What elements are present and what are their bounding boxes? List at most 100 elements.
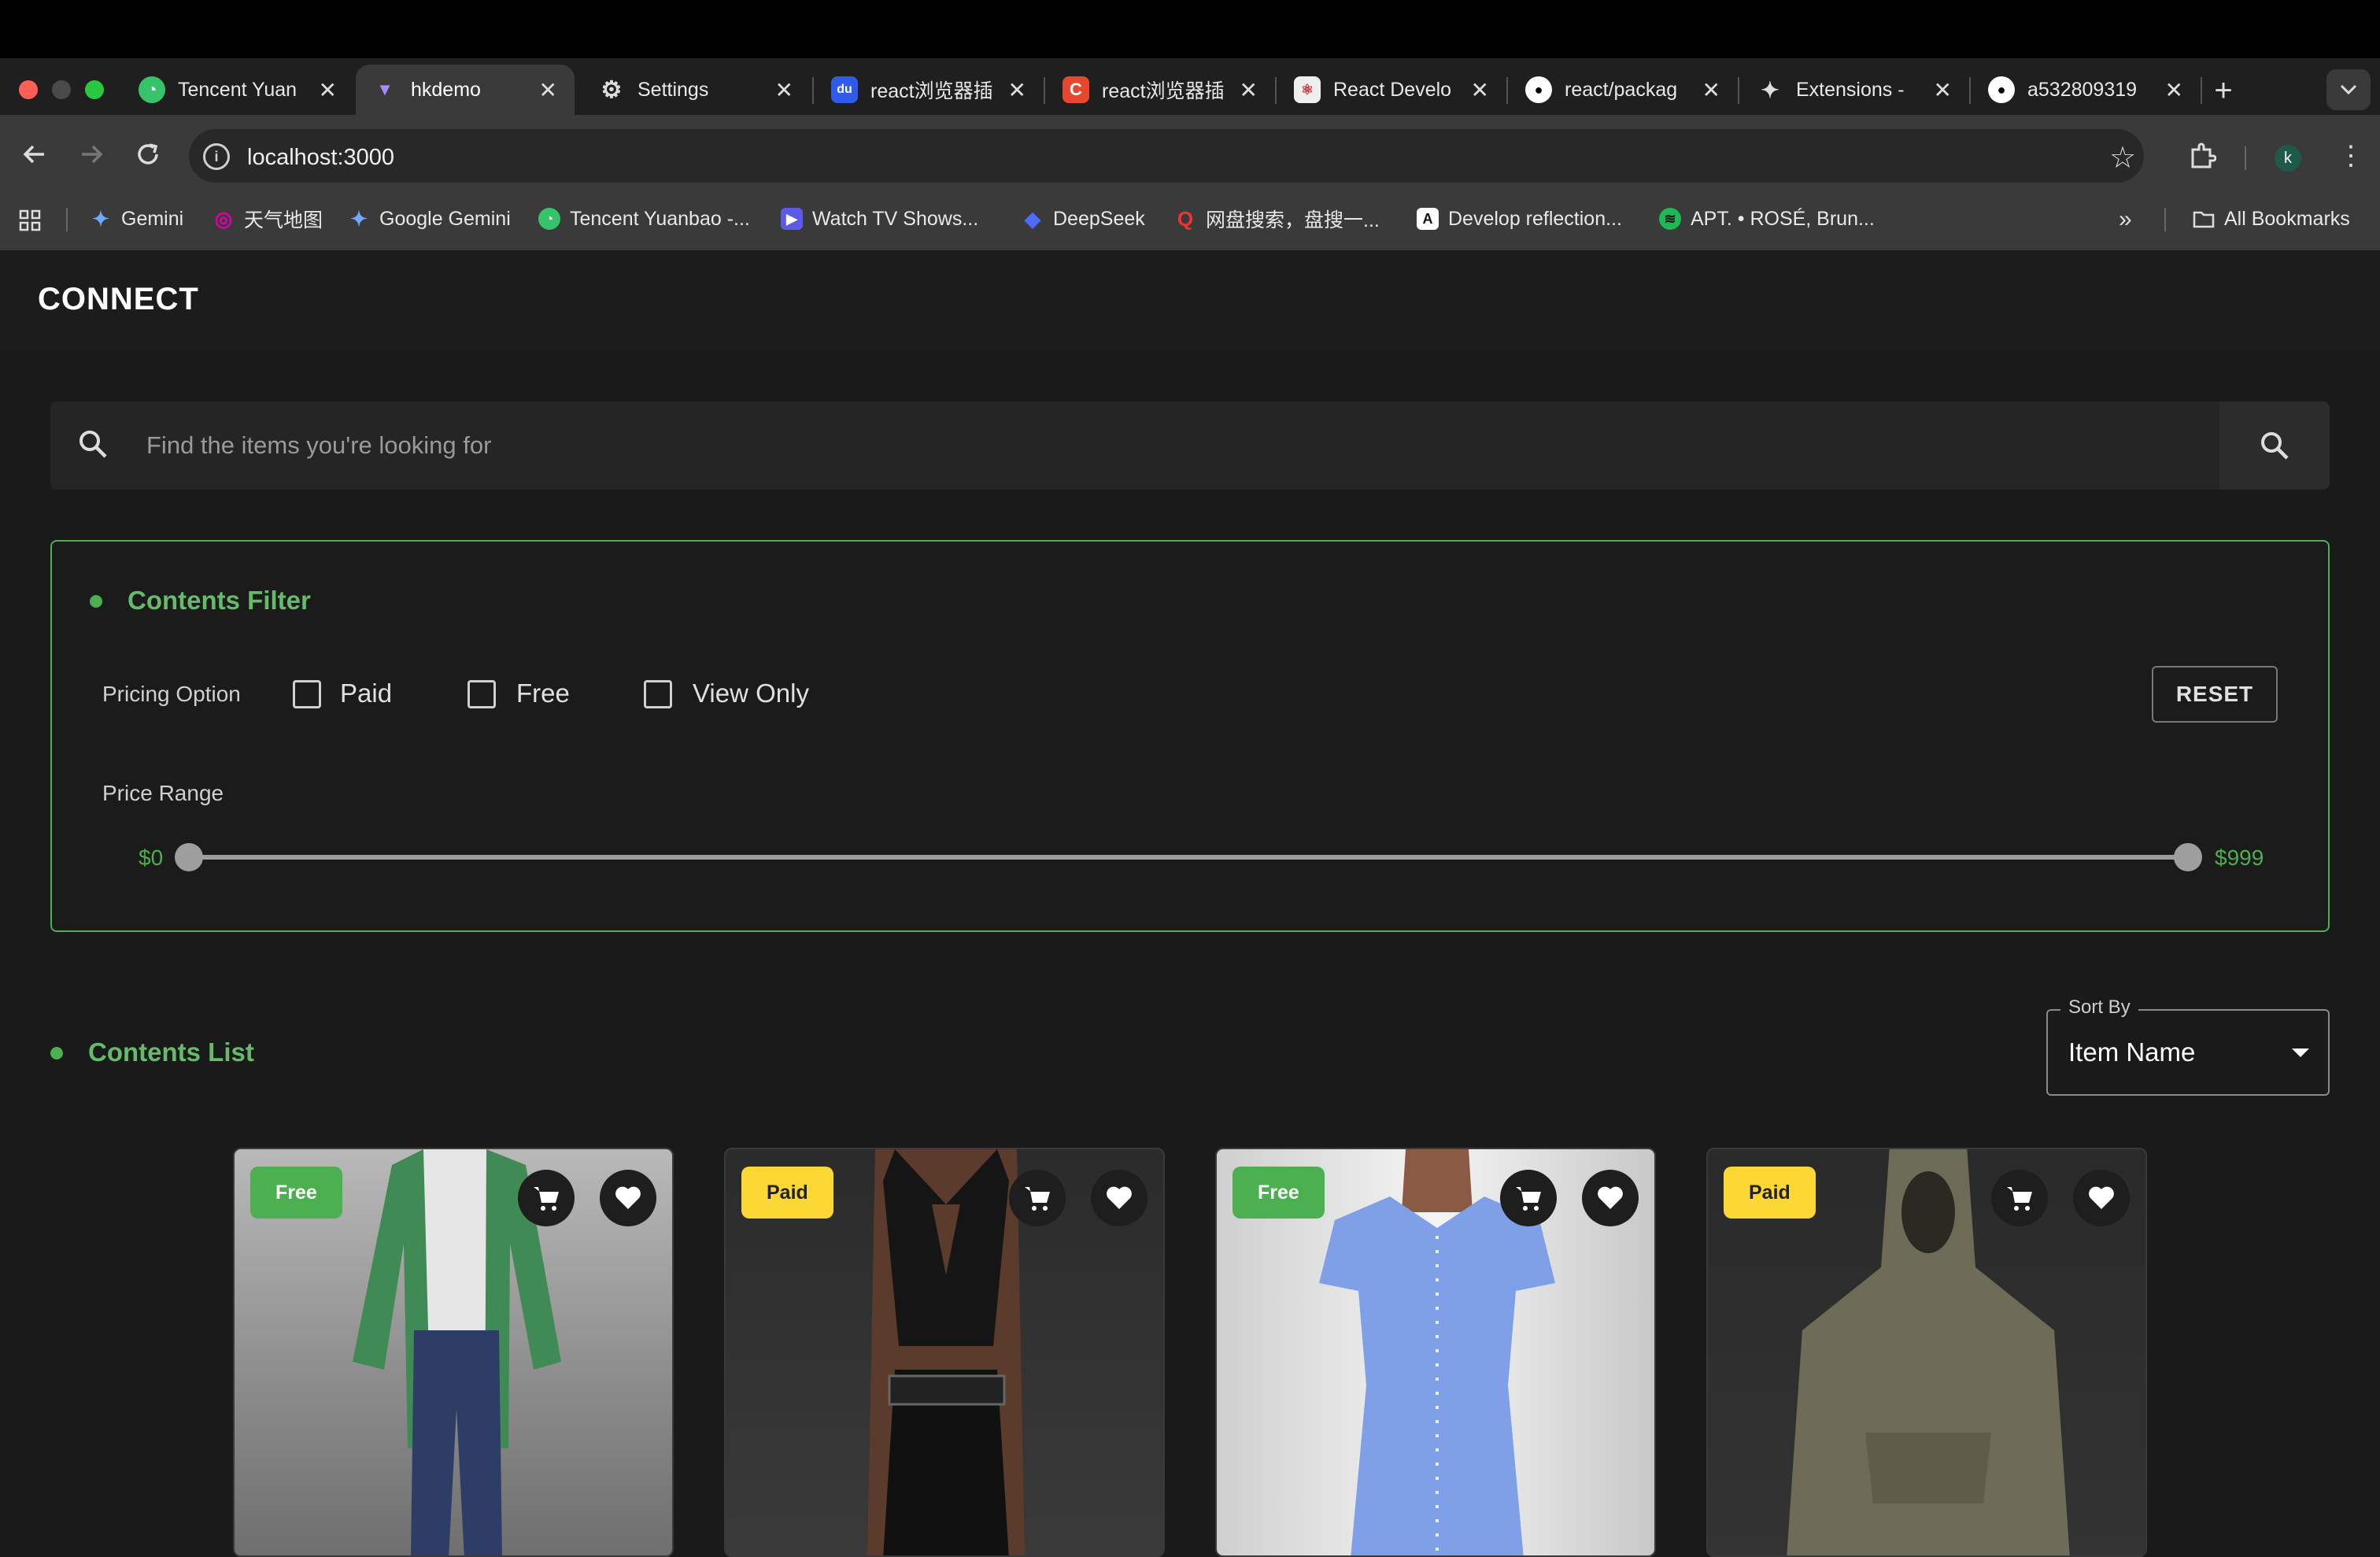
- tab-github-react-packages[interactable]: ● react/packag ✕: [1510, 65, 1738, 115]
- bookmark-tencent-yuanbao[interactable]: ◔ Tencent Yuanbao -...: [538, 203, 750, 235]
- gemini-icon: ✦: [92, 206, 109, 231]
- reset-button[interactable]: RESET: [2152, 666, 2278, 723]
- bookmark-label: Tencent Yuanbao -...: [570, 207, 750, 230]
- paid-checkbox-label[interactable]: Paid: [340, 679, 392, 708]
- sort-by-value[interactable]: Item Name: [2068, 1037, 2195, 1067]
- add-to-cart-button[interactable]: [1991, 1170, 2048, 1226]
- gear-icon: ⚙: [601, 76, 623, 103]
- close-tab-icon[interactable]: ✕: [319, 77, 337, 103]
- more-bookmarks-icon[interactable]: »: [2119, 206, 2132, 233]
- weather-icon: ◎: [214, 206, 233, 231]
- avatar[interactable]: k: [2275, 145, 2301, 172]
- tab-tencent-yuanbao[interactable]: ◔ Tencent Yuan ✕: [123, 65, 354, 115]
- search-q-icon: Q: [1177, 206, 1194, 231]
- tab-label: React Develo: [1333, 78, 1452, 101]
- tab-settings[interactable]: ⚙ Settings ✕: [582, 65, 811, 115]
- url-text[interactable]: localhost:3000: [247, 145, 394, 171]
- react-devtools-icon: ⚛: [1294, 76, 1321, 103]
- tab-divider: [1044, 77, 1045, 104]
- extensions-icon[interactable]: [2188, 142, 2217, 174]
- close-tab-icon[interactable]: ✕: [539, 77, 557, 103]
- content-card[interactable]: Free: [1215, 1148, 1656, 1557]
- puzzle-icon: ✦: [1761, 77, 1779, 102]
- cart-icon: [534, 1187, 559, 1211]
- heart-icon: [1107, 1186, 1132, 1209]
- arrow-left-icon: [23, 145, 44, 164]
- site-info-icon[interactable]: i: [203, 143, 230, 170]
- paid-checkbox[interactable]: [293, 680, 321, 708]
- gemini-icon: ✦: [350, 206, 368, 231]
- tencent-yuanbao-icon: ◔: [538, 208, 560, 230]
- github-icon: ●: [1525, 76, 1552, 103]
- bookmark-apt-rose[interactable]: ≋ APT. • ROSÉ, Brun...: [1659, 203, 1875, 235]
- tab-github-a532809319[interactable]: ● a532809319 ✕: [1972, 65, 2201, 115]
- heart-icon: [1598, 1186, 1623, 1209]
- tab-react-devtools[interactable]: ⚛ React Develo ✕: [1278, 65, 1506, 115]
- bookmark-weather-map[interactable]: ◎ 天气地图: [213, 203, 323, 235]
- tab-search-button[interactable]: [2326, 69, 2371, 110]
- caret-down-icon[interactable]: [2292, 1048, 2309, 1057]
- bookmark-pan-search[interactable]: Q 网盘搜索，盘搜一...: [1174, 203, 1380, 235]
- close-window-button[interactable]: [19, 80, 38, 99]
- bookmark-star-icon[interactable]: ☆: [2109, 140, 2136, 176]
- view-only-checkbox[interactable]: [644, 680, 672, 708]
- price-max-handle[interactable]: [2174, 843, 2202, 871]
- favorite-button[interactable]: [1582, 1170, 1639, 1226]
- content-card[interactable]: Free: [233, 1148, 674, 1557]
- heart-icon: [615, 1186, 641, 1209]
- price-range-track[interactable]: [189, 855, 2188, 860]
- price-max-label: $999: [2215, 845, 2264, 870]
- add-to-cart-button[interactable]: [1009, 1170, 1066, 1226]
- close-tab-icon[interactable]: ✕: [1934, 77, 1952, 103]
- close-tab-icon[interactable]: ✕: [1008, 77, 1026, 103]
- bookmark-label: APT. • ROSÉ, Brun...: [1691, 207, 1875, 230]
- tab-react-plugin-csdn[interactable]: C react浏览器插 ✕: [1047, 65, 1275, 115]
- add-to-cart-button[interactable]: [518, 1170, 575, 1226]
- bookmark-label: Google Gemini: [379, 207, 511, 230]
- bookmark-gemini[interactable]: ✦ Gemini: [90, 203, 183, 235]
- spotify-icon: ≋: [1659, 208, 1681, 230]
- all-bookmarks-button[interactable]: All Bookmarks: [2193, 203, 2350, 235]
- content-card[interactable]: Paid: [724, 1148, 1165, 1557]
- add-to-cart-button[interactable]: [1500, 1170, 1557, 1226]
- favorite-button[interactable]: [1091, 1170, 1148, 1226]
- heart-icon: [2089, 1186, 2114, 1209]
- new-tab-button[interactable]: +: [2204, 71, 2243, 110]
- free-checkbox[interactable]: [468, 680, 496, 708]
- close-tab-icon[interactable]: ✕: [1240, 77, 1258, 103]
- anthropic-icon: A: [1417, 208, 1439, 230]
- close-tab-icon[interactable]: ✕: [775, 77, 793, 103]
- bookmark-deepseek[interactable]: ◆ DeepSeek: [1022, 203, 1145, 235]
- address-bar[interactable]: [189, 129, 2144, 183]
- favorite-button[interactable]: [2073, 1170, 2130, 1226]
- browser-menu-icon[interactable]: ⋮: [2338, 140, 2364, 172]
- bookmark-develop-reflection[interactable]: A Develop reflection...: [1417, 203, 1622, 235]
- search-button[interactable]: [2219, 401, 2330, 490]
- close-tab-icon[interactable]: ✕: [2165, 77, 2183, 103]
- free-checkbox-label[interactable]: Free: [516, 679, 570, 708]
- forward-button[interactable]: [76, 139, 107, 177]
- contents-filter-panel: [50, 540, 2330, 932]
- maximize-window-button[interactable]: [85, 80, 104, 99]
- view-only-checkbox-label[interactable]: View Only: [693, 679, 809, 708]
- tab-react-plugin-baidu[interactable]: du react浏览器插 ✕: [815, 65, 1044, 115]
- brand-logo[interactable]: CONNECT: [38, 282, 199, 317]
- tab-extensions[interactable]: ✦ Extensions - ✕: [1741, 65, 1969, 115]
- bookmark-watch-tv[interactable]: ▶ Watch TV Shows...: [781, 203, 978, 235]
- content-card[interactable]: Paid: [1706, 1148, 2147, 1557]
- back-button[interactable]: [19, 139, 50, 177]
- bookmark-label: 天气地图: [244, 209, 323, 231]
- bookmark-google-gemini[interactable]: ✦ Google Gemini: [348, 203, 511, 235]
- close-tab-icon[interactable]: ✕: [1702, 77, 1720, 103]
- minimize-window-button[interactable]: [52, 80, 71, 99]
- favorite-button[interactable]: [600, 1170, 656, 1226]
- bookmark-label: Watch TV Shows...: [812, 207, 979, 230]
- search-input[interactable]: [146, 422, 2193, 469]
- apps-grid-icon[interactable]: [19, 209, 41, 235]
- tab-hkdemo[interactable]: ▼ hkdemo ✕: [356, 65, 575, 115]
- reload-button[interactable]: [132, 139, 164, 177]
- bookmarks-divider: [2164, 208, 2166, 231]
- price-min-handle[interactable]: [175, 843, 203, 871]
- close-tab-icon[interactable]: ✕: [1471, 77, 1489, 103]
- reload-icon: [138, 143, 158, 165]
